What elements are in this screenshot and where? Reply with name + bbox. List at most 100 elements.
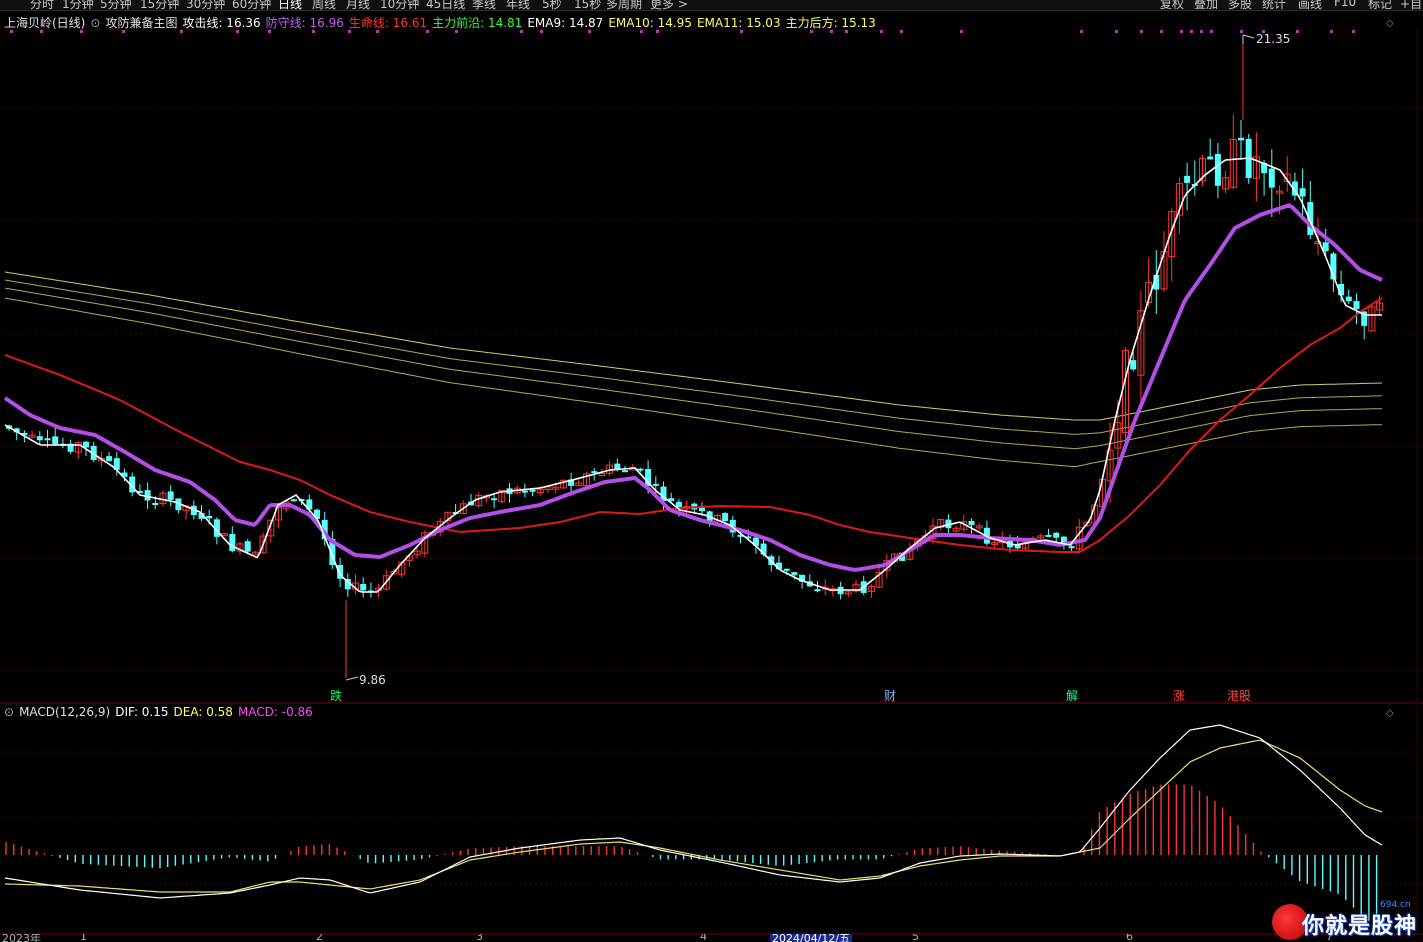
candle-body (1238, 137, 1244, 141)
candle (251, 550, 259, 555)
candle (1299, 168, 1306, 219)
candle-body (814, 589, 821, 592)
signal-dot (880, 30, 883, 33)
candle (583, 471, 590, 488)
candle (74, 441, 82, 460)
candle-body (1068, 546, 1075, 549)
candle (360, 577, 367, 598)
candle (1199, 154, 1206, 187)
candle (1345, 289, 1352, 305)
signal-dot (1190, 30, 1193, 33)
candle-body (1184, 175, 1191, 183)
signal-marker-0: 跌 (330, 689, 343, 703)
candle (1283, 156, 1291, 192)
life-value: 生命线: 16.61 (348, 16, 428, 30)
signal-marker-3: 涨 (1173, 689, 1186, 703)
candle-body (1130, 360, 1137, 370)
signal-dot (656, 30, 659, 33)
attack-line (4, 157, 1382, 593)
candle (937, 518, 945, 531)
signal-dot (122, 30, 125, 33)
candle (575, 479, 583, 487)
candle-body (1214, 153, 1221, 186)
candle (1368, 304, 1376, 332)
kline-chart[interactable]: 21.35 9.86 (0, 0, 1423, 942)
macd-collapse-icon[interactable]: ⊙ (4, 705, 14, 719)
main-pane-diamond-icon[interactable]: ◇ (1386, 18, 1394, 29)
candle (491, 494, 498, 509)
low-annotation: 9.86 (345, 673, 386, 687)
candle (952, 526, 960, 533)
candle-body (491, 498, 498, 501)
candle-body (206, 516, 213, 519)
dea-line (4, 739, 1383, 893)
candle-body (1268, 168, 1275, 188)
candle (290, 498, 297, 502)
candle (59, 437, 66, 449)
signal-dot (1115, 30, 1118, 33)
candle (167, 485, 174, 507)
signal-dot (1240, 30, 1243, 33)
signal-dot (348, 30, 351, 33)
signal-dot (180, 30, 183, 33)
date-axis: 2023年 1 2 3 4 2024/04/12/五 5 6 7 (0, 934, 1423, 942)
candle (606, 460, 614, 477)
candle-body (244, 541, 251, 552)
signal-dot (740, 30, 743, 33)
ema11-value: EMA11: 15.03 (696, 16, 781, 30)
candle (1307, 180, 1314, 240)
candle (806, 574, 813, 588)
date-tick-3: 3 (476, 934, 483, 942)
signal-dots (10, 30, 1355, 33)
candle-body (1207, 156, 1214, 160)
signal-dot (376, 30, 379, 33)
signal-dot (1352, 30, 1355, 33)
signal-dot (1080, 30, 1083, 33)
candle (229, 526, 236, 553)
date-tick-4: 4 (700, 934, 707, 942)
signal-dot (455, 30, 458, 33)
macd-value: MACD: -0.86 (237, 705, 313, 719)
candle (1045, 528, 1052, 537)
ema10-value: EMA10: 14.95 (608, 16, 692, 30)
candle (67, 439, 74, 454)
candle-body (722, 513, 729, 522)
candle (852, 579, 860, 594)
signal-marker-1: 财 (884, 689, 897, 703)
candle-body (1299, 188, 1306, 197)
macd-pane-diamond-icon[interactable]: ◇ (1386, 708, 1394, 719)
main-indicator-legend: 上海贝岭(日线) ⊙ 攻防兼备主图 攻击线: 16.36 防守线: 16.96 生命线: … (4, 14, 881, 30)
candle (1214, 142, 1221, 199)
candle (28, 430, 36, 439)
signal-dot (540, 30, 543, 33)
candle-body (968, 521, 975, 526)
candle (221, 532, 229, 537)
candle (1291, 172, 1298, 201)
candle-body (229, 533, 236, 552)
candle (175, 498, 182, 514)
signal-dot (1140, 30, 1143, 33)
candle (36, 431, 43, 445)
low-price-label: 9.86 (359, 673, 386, 687)
candle (1184, 162, 1191, 211)
candle (106, 452, 113, 462)
candles (6, 36, 1384, 678)
candle-body (783, 568, 790, 571)
signal-dot (810, 30, 813, 33)
signal-dot (236, 30, 239, 33)
candle-body (1045, 534, 1052, 537)
back-value: 主力后方: 15.13 (785, 16, 876, 30)
candle (1252, 132, 1260, 202)
signal-dot (520, 30, 523, 33)
candle-body (290, 499, 297, 502)
macd-name[interactable]: MACD(12,26,9) (19, 705, 110, 719)
signal-dot (1200, 30, 1203, 33)
candle (829, 585, 837, 597)
candle (1222, 171, 1230, 194)
signal-dot (1210, 30, 1213, 33)
high-price-label: 21.35 (1256, 32, 1290, 46)
candle-body (1353, 301, 1360, 309)
attack-value: 攻击线: 16.36 (182, 16, 261, 30)
indicator-name[interactable]: 攻防兼备主图 (105, 16, 177, 30)
collapse-icon[interactable]: ⊙ (90, 16, 100, 30)
